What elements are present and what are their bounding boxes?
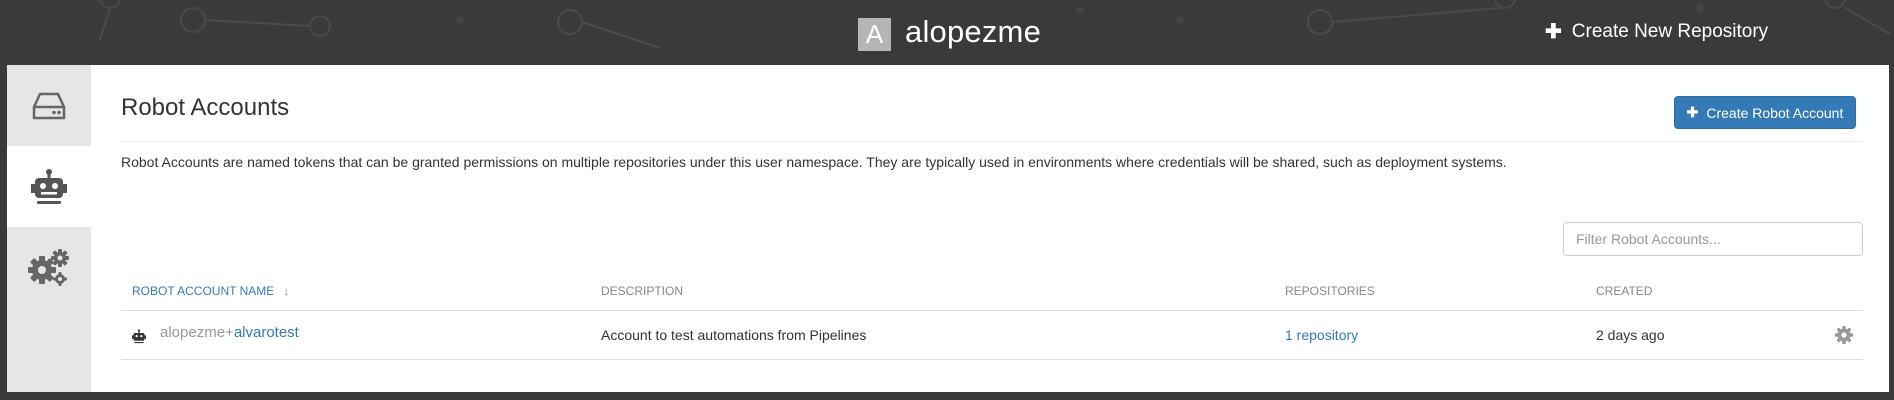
robot-accounts-content: Robot Accounts ✚ Create Robot Account Ro…: [121, 65, 1863, 392]
create-robot-account-label: Create Robot Account: [1706, 104, 1844, 121]
plus-icon: ✚: [1686, 104, 1699, 120]
robot-icon: [132, 329, 146, 344]
repositories-link[interactable]: 1 repository: [1285, 327, 1358, 343]
create-robot-account-button[interactable]: ✚ Create Robot Account: [1674, 96, 1856, 129]
robot-account-name-cell: alopezme+ alvarotest: [132, 321, 299, 344]
main-panel: Robot Accounts ✚ Create Robot Account Ro…: [7, 65, 1889, 392]
create-new-repository-label: Create New Repository: [1571, 20, 1769, 42]
robot-description-cell: Account to test automations from Pipelin…: [601, 327, 867, 343]
tab-settings[interactable]: [7, 227, 91, 308]
namespace-title: alopezme: [905, 14, 1042, 49]
tab-robot-accounts[interactable]: [7, 146, 91, 227]
title-divider: [121, 141, 1863, 142]
column-header-created[interactable]: Created: [1596, 284, 1652, 298]
gears-icon: [28, 248, 69, 286]
hard-drive-icon: [32, 92, 66, 119]
tab-repositories[interactable]: [7, 65, 91, 146]
header-divider: [121, 310, 1863, 311]
gear-icon[interactable]: [1834, 325, 1854, 345]
robot-account-name-link[interactable]: alvarotest: [234, 324, 299, 341]
sort-arrow-icon: ↓: [283, 284, 290, 298]
sidebar-tabs: [7, 65, 91, 392]
created-cell: 2 days ago: [1596, 327, 1665, 343]
column-header-robot-account-name[interactable]: Robot Account Name ↓: [132, 284, 289, 298]
page-title: Robot Accounts: [121, 94, 290, 121]
row-divider: [121, 359, 1863, 360]
avatar: A: [858, 18, 891, 51]
column-header-description[interactable]: Description: [601, 284, 683, 298]
column-header-repositories[interactable]: Repositories: [1285, 284, 1375, 298]
filter-robot-accounts-input[interactable]: [1563, 222, 1863, 256]
top-header: A alopezme ✚ Create New Repository: [0, 0, 1894, 65]
robot-icon: [31, 168, 67, 204]
robot-namespace-prefix: alopezme+: [160, 324, 234, 341]
plus-icon: ✚: [1545, 21, 1562, 43]
page-description: Robot Accounts are named tokens that can…: [121, 154, 1507, 170]
create-new-repository-button[interactable]: ✚ Create New Repository: [1545, 19, 1768, 44]
